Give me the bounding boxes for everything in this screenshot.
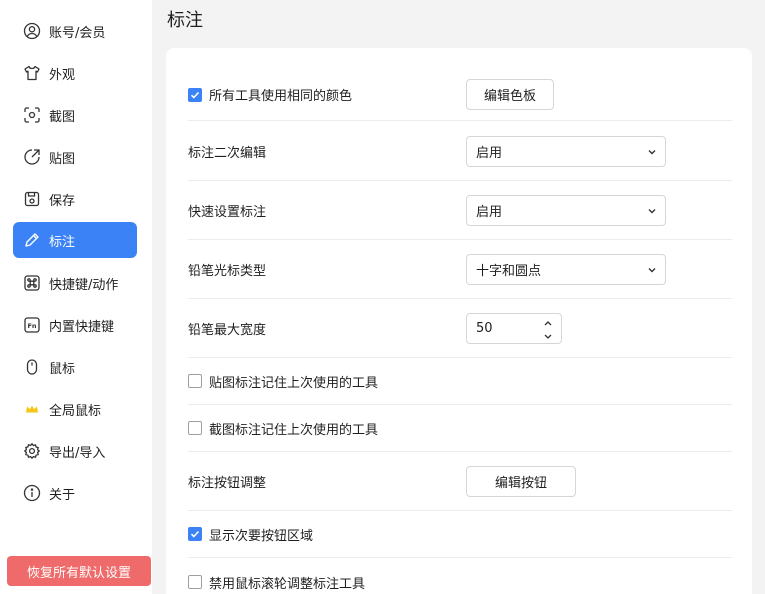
sidebar-item-label: 保存 — [49, 193, 76, 209]
shirt-icon — [23, 64, 41, 82]
pin-remember-label: 贴图标注记住上次使用的工具 — [209, 375, 379, 391]
info-icon — [23, 484, 41, 502]
gear-icon — [23, 442, 41, 460]
check-icon — [190, 530, 200, 538]
sidebar: 账号/会员 外观 截图 贴图 保存 标注 快捷键/动作 Fn 内置快捷键 鼠标 … — [0, 0, 152, 594]
quick-setting-value: 启用 — [476, 204, 503, 220]
button-adjust-label: 标注按钮调整 — [188, 475, 267, 491]
sidebar-item-label: 鼠标 — [49, 361, 76, 377]
chevron-down-icon — [544, 334, 552, 339]
disable-wheel-label: 禁用鼠标滚轮调整标注工具 — [209, 576, 366, 592]
cursor-type-label: 铅笔光标类型 — [188, 263, 267, 279]
setting-row-quick-setting: 快速设置标注 启用 — [188, 181, 732, 240]
sidebar-item-screenshot[interactable]: 截图 — [13, 97, 137, 133]
sidebar-item-shortcuts[interactable]: 快捷键/动作 — [13, 265, 137, 301]
same-color-checkbox[interactable] — [188, 87, 202, 102]
page-title: 标注 — [167, 10, 203, 31]
setting-row-same-color: 所有工具使用相同的颜色 编辑色板 — [188, 69, 732, 121]
pencil-icon — [23, 231, 41, 249]
screenshot-remember-label: 截图标注记住上次使用的工具 — [209, 422, 379, 438]
sidebar-item-annotation[interactable]: 标注 — [13, 222, 137, 258]
sidebar-item-about[interactable]: 关于 — [13, 475, 137, 511]
sidebar-item-label: 导出/导入 — [49, 445, 106, 461]
edit-palette-button[interactable]: 编辑色板 — [466, 79, 555, 110]
fn-key-icon: Fn — [23, 316, 41, 334]
setting-row-pin-remember: 贴图标注记住上次使用的工具 — [188, 358, 732, 405]
sidebar-item-label: 标注 — [49, 234, 76, 250]
sidebar-item-save[interactable]: 保存 — [13, 181, 137, 217]
sidebar-item-label: 关于 — [49, 487, 76, 503]
mouse-icon — [23, 358, 41, 376]
spin-down-button[interactable] — [543, 330, 553, 339]
re-edit-label: 标注二次编辑 — [188, 145, 267, 161]
sidebar-item-global-mouse[interactable]: 全局鼠标 — [13, 391, 137, 427]
chevron-down-icon — [648, 267, 656, 272]
edit-buttons-button[interactable]: 编辑按钮 — [466, 465, 576, 497]
sidebar-item-label: 账号/会员 — [49, 25, 106, 41]
check-icon — [190, 91, 200, 99]
max-width-label: 铅笔最大宽度 — [188, 322, 267, 338]
pin-remember-checkbox[interactable] — [188, 374, 202, 388]
setting-row-button-adjust: 标注按钮调整 编辑按钮 — [188, 452, 732, 511]
secondary-area-checkbox[interactable] — [188, 527, 202, 541]
sidebar-item-pin[interactable]: 贴图 — [13, 139, 137, 175]
sidebar-item-label: 外观 — [49, 67, 76, 83]
max-width-value: 50 — [476, 320, 493, 336]
re-edit-select[interactable]: 启用 — [466, 135, 666, 167]
sidebar-item-label: 全局鼠标 — [49, 403, 102, 419]
sidebar-item-label: 截图 — [49, 109, 76, 125]
spin-up-button[interactable] — [543, 317, 553, 326]
re-edit-value: 启用 — [476, 145, 503, 161]
max-width-spinbox[interactable]: 50 — [466, 312, 562, 344]
svg-text:Fn: Fn — [27, 322, 36, 330]
cursor-type-value: 十字和圆点 — [476, 263, 542, 279]
sidebar-item-label: 快捷键/动作 — [49, 277, 119, 293]
sidebar-item-appearance[interactable]: 外观 — [13, 55, 137, 91]
chevron-up-icon — [544, 320, 552, 325]
sidebar-item-account[interactable]: 账号/会员 — [13, 13, 137, 49]
quick-setting-select[interactable]: 启用 — [466, 194, 666, 226]
save-icon — [23, 190, 41, 208]
disable-wheel-checkbox[interactable] — [188, 575, 202, 589]
pin-icon — [23, 148, 41, 166]
quick-setting-label: 快速设置标注 — [188, 204, 267, 220]
reset-defaults-button[interactable]: 恢复所有默认设置 — [7, 556, 151, 586]
setting-row-screenshot-remember: 截图标注记住上次使用的工具 — [188, 405, 732, 452]
user-icon — [23, 22, 41, 40]
chevron-down-icon — [648, 208, 656, 213]
sidebar-item-label: 内置快捷键 — [49, 319, 115, 335]
same-color-label: 所有工具使用相同的颜色 — [209, 89, 353, 104]
setting-row-max-width: 铅笔最大宽度 50 — [188, 299, 732, 358]
setting-row-cursor-type: 铅笔光标类型 十字和圆点 — [188, 240, 732, 299]
crown-icon — [23, 400, 41, 418]
sidebar-item-export-import[interactable]: 导出/导入 — [13, 433, 137, 469]
cursor-type-select[interactable]: 十字和圆点 — [466, 253, 666, 285]
sidebar-item-mouse[interactable]: 鼠标 — [13, 349, 137, 385]
setting-row-disable-wheel: 禁用鼠标滚轮调整标注工具 — [188, 558, 732, 594]
sidebar-item-builtin-shortcuts[interactable]: Fn 内置快捷键 — [13, 307, 137, 343]
sidebar-item-label: 贴图 — [49, 151, 76, 167]
command-icon — [23, 274, 41, 292]
setting-row-re-edit: 标注二次编辑 启用 — [188, 122, 732, 181]
settings-panel: 所有工具使用相同的颜色 编辑色板 标注二次编辑 启用 快速设置标注 启用 铅笔光… — [166, 48, 752, 594]
setting-row-secondary-area: 显示次要按钮区域 — [188, 511, 732, 558]
secondary-area-label: 显示次要按钮区域 — [209, 528, 314, 544]
screenshot-remember-checkbox[interactable] — [188, 421, 202, 435]
screenshot-icon — [23, 106, 41, 124]
chevron-down-icon — [648, 149, 656, 154]
